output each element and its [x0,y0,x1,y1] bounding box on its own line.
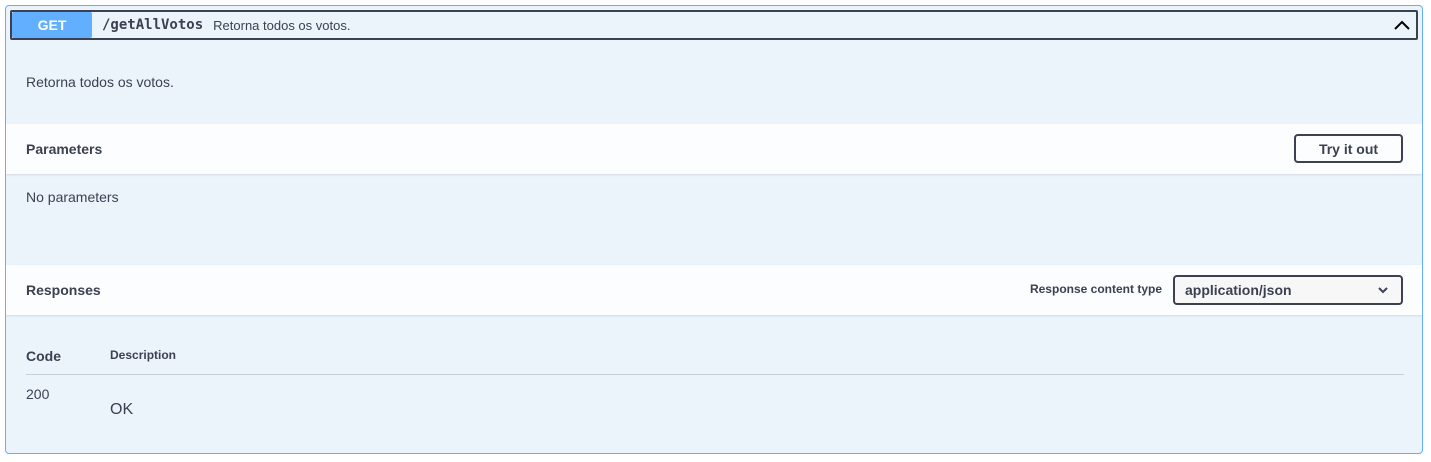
parameters-header: Parameters Try it out [6,124,1422,174]
responses-table-divider [26,374,1404,375]
response-row-code: 200 [26,386,50,402]
responses-column-description: Description [110,348,177,362]
operation-path: /getAllVotos [102,17,204,33]
responses-title: Responses [26,282,101,298]
response-row-description: OK [110,401,134,418]
parameters-title: Parameters [26,141,103,157]
operation-summary[interactable]: GET /getAllVotos Retorna todos os votos. [10,10,1418,40]
responses-header: Responses Response content type applicat… [6,265,1422,315]
operation-summary-text: Retorna todos os votos. [213,17,351,33]
responses-column-code: Code [26,348,61,364]
chevron-down-icon [1378,287,1388,294]
try-it-out-button[interactable]: Try it out [1294,134,1403,163]
collapse-chevron-up-icon[interactable] [1392,15,1412,35]
no-parameters-text: No parameters [26,189,119,205]
response-content-type-select[interactable]: application/json [1173,275,1403,305]
response-content-type-value: application/json [1185,282,1292,298]
operation-description: Retorna todos os votos. [26,74,174,90]
http-method-badge: GET [12,12,92,38]
response-content-type-label: Response content type [1029,282,1162,296]
operation-block: GET /getAllVotos Retorna todos os votos.… [5,5,1423,454]
